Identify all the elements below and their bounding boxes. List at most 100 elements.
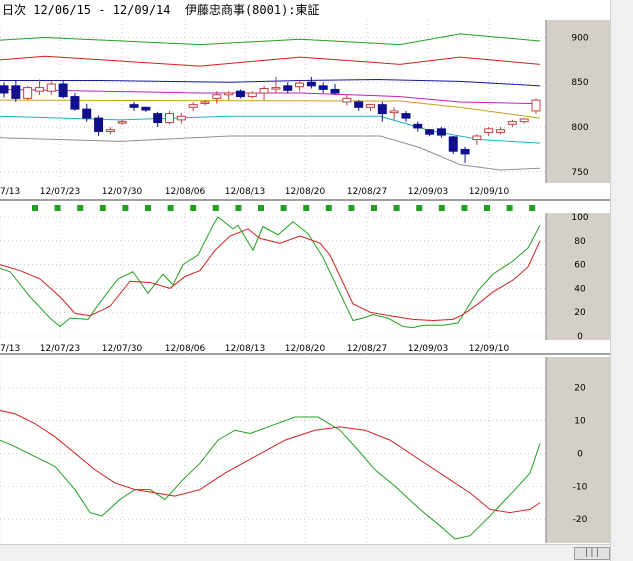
stoch-x-tick-label: 12/09/10: [469, 344, 510, 354]
price-x-tick-label: 12/09/03: [408, 187, 448, 197]
stoch-axis-strip: [546, 213, 610, 340]
stoch-date-strip: [0, 340, 546, 354]
stoch-y-tick-label: 100: [571, 213, 588, 223]
volume-bar: [280, 205, 287, 211]
price-y-tick-label: 850: [571, 78, 588, 88]
price-x-tick-label: 12/08/27: [347, 187, 387, 197]
candle-body: [247, 92, 257, 98]
volume-bar: [438, 205, 445, 211]
candle-body: [212, 94, 222, 99]
candle-body: [117, 121, 127, 124]
stoch-x-tick-label: 12/07/30: [102, 344, 143, 354]
osc-y-tick-label: -20: [573, 515, 588, 525]
candle-body: [188, 104, 198, 108]
candle-body: [70, 96, 80, 110]
volume-bar: [32, 205, 38, 211]
volume-bar: [99, 205, 106, 211]
osc-plot-area: [0, 357, 546, 543]
price-x-tick-label: 12/07/30: [102, 187, 143, 197]
volume-bar: [258, 205, 264, 211]
stochastic-panel: 100 80 60 40 20 0 12/07/13 12/07/23 12/07/30 12/0…: [0, 213, 610, 355]
candle-body: [34, 87, 44, 92]
volume-bar: [122, 205, 129, 211]
volume-bar: [54, 205, 61, 211]
price-plot-area: [0, 20, 546, 183]
candle-body: [46, 83, 56, 92]
candle-body: [342, 97, 352, 103]
candle-body: [318, 85, 328, 90]
price-x-tick-label: 12/08/13: [225, 187, 265, 197]
osc-y-tick-label: -10: [573, 482, 588, 492]
candle-body: [235, 90, 245, 98]
price-panel: 900 850 800 750 12/07/13 12/07/23 12/07/30 12/0…: [0, 20, 610, 212]
price-x-tick-label: 12/09/10: [469, 187, 510, 197]
price-date-strip: [0, 183, 546, 197]
osc-y-tick-label: 20: [574, 383, 586, 393]
stoch-x-tick-label: 12/07/13: [0, 344, 20, 354]
candle-body: [105, 129, 115, 133]
volume-bar: [506, 205, 513, 211]
candle-body: [165, 113, 175, 124]
price-x-tick-label: 12/07/23: [40, 187, 80, 197]
scroll-thumb[interactable]: |||: [574, 547, 610, 560]
candle-body: [389, 110, 399, 114]
candle-body: [129, 104, 139, 108]
candle-body: [413, 123, 423, 129]
stoch-x-tick-label: 12/07/23: [40, 344, 80, 354]
volume-bar: [529, 205, 536, 211]
candle-body: [295, 82, 305, 88]
volume-bar: [167, 205, 174, 211]
volume-bar: [325, 205, 332, 211]
candle-body: [472, 135, 482, 141]
candle-body: [436, 128, 446, 136]
volume-bar: [371, 205, 377, 211]
volume-bar: [416, 205, 423, 211]
candle-body: [507, 121, 517, 125]
stoch-x-tick-label: 12/08/13: [225, 344, 265, 354]
osc-y-tick-label: 10: [574, 416, 586, 426]
volume-bar: [212, 205, 219, 211]
price-y-tick-label: 800: [571, 123, 588, 133]
candle-body: [401, 113, 411, 119]
volume-bar: [348, 205, 355, 211]
oscillator-panel: 20 10 0 -10 -20: [0, 357, 610, 543]
stoch-y-tick-label: 80: [574, 237, 586, 247]
price-y-tick-label: 750: [571, 168, 588, 178]
candle-body: [200, 101, 210, 104]
volume-bar: [235, 205, 242, 211]
osc-y-tick-label: 0: [577, 449, 583, 459]
stoch-y-tick-label: 60: [574, 261, 586, 271]
stoch-x-tick-label: 12/08/27: [347, 344, 387, 354]
stoch-x-tick-label: 12/08/20: [285, 344, 326, 354]
chart-window: 日次 12/06/15 - 12/09/14 伊藤忠商事(8001):東証 90…: [0, 0, 633, 561]
price-x-tick-label: 12/07/13: [0, 187, 20, 197]
candle-body: [365, 104, 375, 108]
candle-body: [519, 118, 529, 123]
volume-bar: [461, 205, 468, 211]
candle-body: [0, 85, 9, 94]
candle-body: [531, 99, 541, 112]
price-x-tick-label: 12/08/06: [165, 187, 206, 197]
candle-body: [354, 101, 364, 108]
stoch-y-tick-label: 40: [574, 284, 586, 294]
candle-body: [224, 92, 234, 96]
candle-body: [23, 87, 33, 99]
stoch-x-tick-label: 12/08/06: [165, 344, 206, 354]
candle-body: [283, 85, 293, 91]
candle-body: [58, 83, 68, 98]
vertical-scrollbar[interactable]: [610, 0, 633, 561]
horizontal-scrollbar[interactable]: |||: [0, 544, 610, 561]
candle-body: [460, 148, 470, 155]
candle-body: [11, 85, 21, 99]
candle-body: [271, 87, 281, 90]
volume-bar: [77, 205, 84, 211]
candle-body: [425, 129, 435, 135]
stoch-x-tick-label: 12/09/03: [408, 344, 448, 354]
stoch-y-tick-label: 0: [577, 332, 583, 342]
candle-body: [306, 81, 316, 87]
chart-canvas[interactable]: 90085080075012/07/1312/07/2312/07/3012/0…: [0, 0, 610, 545]
stoch-y-tick-label: 20: [574, 308, 586, 318]
candle-body: [141, 106, 151, 111]
candle-body: [82, 108, 92, 119]
volume-bar: [303, 205, 310, 211]
